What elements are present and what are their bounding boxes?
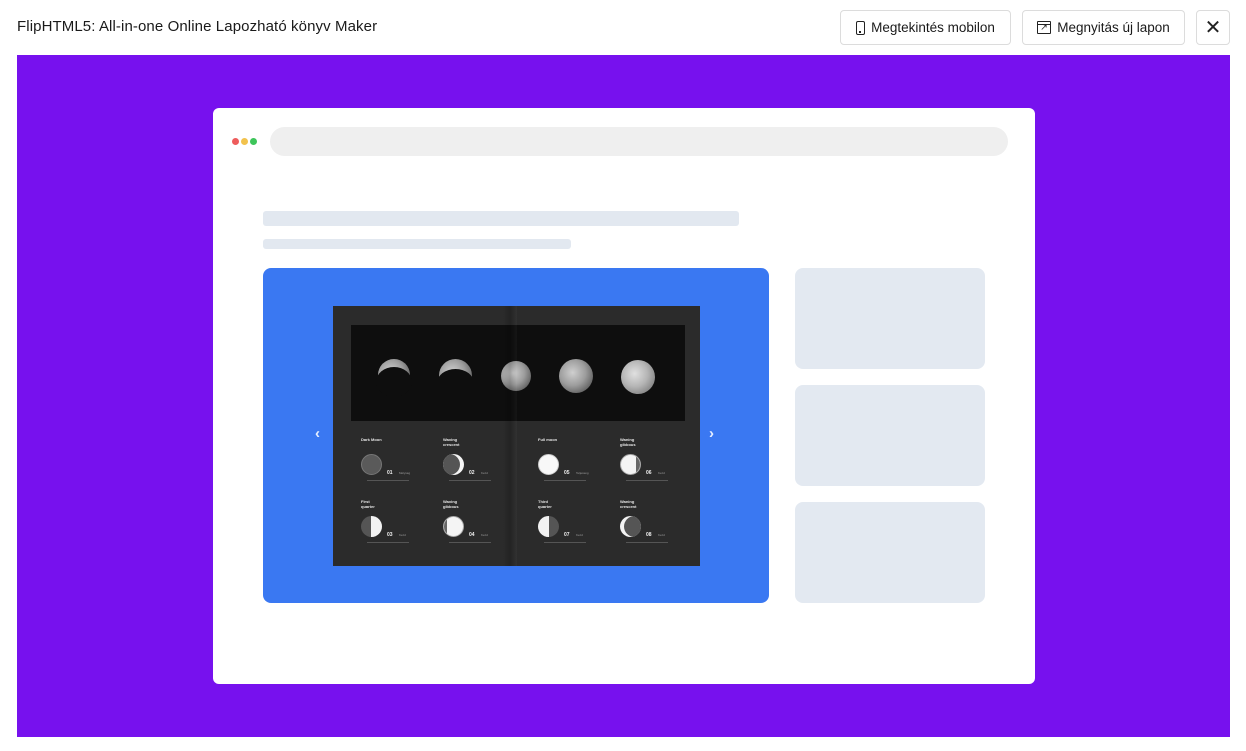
phase-dark-moon-icon <box>361 454 382 475</box>
mobile-phone-icon <box>856 20 866 35</box>
browser-mockup: ‹ › Dark Moon 01 Mélység Waxing crescent… <box>213 108 1035 684</box>
phase-caption: Kezd <box>399 533 406 537</box>
moon-phase-card: Waxing gibbous 04 Kezd <box>443 499 523 555</box>
phase-number: 02 <box>469 470 475 476</box>
window-close-dot <box>232 138 239 145</box>
moon-photo-panel <box>351 325 685 421</box>
moon-phase-card: Full moon 05 Teljesség <box>538 437 618 493</box>
window-minimize-dot <box>241 138 248 145</box>
phase-caption: Kezd <box>576 533 583 537</box>
next-page-arrow-icon[interactable]: › <box>709 426 714 441</box>
divider <box>626 542 668 543</box>
close-icon: ✕ <box>1204 16 1222 39</box>
moon-image <box>621 360 655 394</box>
divider <box>449 542 491 543</box>
moon-shadow <box>437 369 474 397</box>
flipbook-viewer: ‹ › Dark Moon 01 Mélység Waxing crescent… <box>263 268 769 603</box>
moon-image <box>501 361 531 391</box>
phase-number: 06 <box>646 470 652 476</box>
previous-page-arrow-icon[interactable]: ‹ <box>315 426 320 441</box>
modal-title: FlipHTML5: All-in-one Online Lapozható k… <box>17 18 378 35</box>
phase-number: 03 <box>387 532 393 538</box>
view-on-mobile-button[interactable]: Megtekintés mobilon <box>840 10 1011 45</box>
phase-caption: Kezd <box>481 471 488 475</box>
preview-stage: ‹ › Dark Moon 01 Mélység Waxing crescent… <box>17 55 1230 737</box>
skeleton-side-card <box>795 385 985 486</box>
divider <box>367 542 409 543</box>
moon-phase-card: Dark Moon 01 Mélység <box>361 437 441 493</box>
moon-phase-card: Waning crescent 08 Kezd <box>620 499 700 555</box>
phase-number: 08 <box>646 532 652 538</box>
external-window-icon <box>1037 21 1052 34</box>
phase-caption: Teljesség <box>576 471 589 475</box>
phase-name: Waxing gibbous <box>443 499 459 509</box>
phase-number: 01 <box>387 470 393 476</box>
skeleton-side-card <box>795 502 985 603</box>
phase-name: Third quarter <box>538 499 552 509</box>
skeleton-heading <box>263 211 739 226</box>
moon-image <box>559 359 593 393</box>
phase-first-quarter-icon <box>361 516 382 537</box>
moon-phase-card: First quarter 03 Kezd <box>361 499 441 555</box>
divider <box>544 480 586 481</box>
phase-caption: Kezd <box>481 533 488 537</box>
moon-phase-card: Waxing crescent 02 Kezd <box>443 437 523 493</box>
phase-caption: Kezd <box>658 533 665 537</box>
skeleton-side-card <box>795 268 985 369</box>
close-button[interactable]: ✕ <box>1196 10 1230 45</box>
url-bar-placeholder <box>270 127 1008 156</box>
phase-number: 05 <box>564 470 570 476</box>
phase-name: Dark Moon <box>361 437 382 442</box>
view-on-mobile-label: Megtekintés mobilon <box>871 20 995 35</box>
phase-number: 07 <box>564 532 570 538</box>
flipbook-spread[interactable]: Dark Moon 01 Mélység Waxing crescent 02 … <box>333 306 700 566</box>
skeleton-subheading <box>263 239 571 249</box>
phase-name: First quarter <box>361 499 375 509</box>
phase-waning-gibbous-icon <box>620 454 641 475</box>
modal-header: FlipHTML5: All-in-one Online Lapozható k… <box>0 0 1246 55</box>
phase-waning-crescent-icon <box>620 516 641 537</box>
phase-waxing-crescent-icon <box>443 454 464 475</box>
window-maximize-dot <box>250 138 257 145</box>
divider <box>367 480 409 481</box>
moon-phase-card: Waning gibbous 06 Kezd <box>620 437 700 493</box>
divider <box>544 542 586 543</box>
phase-name: Full moon <box>538 437 558 442</box>
phase-number: 04 <box>469 532 475 538</box>
moon-shadow <box>376 367 412 397</box>
phase-name: Waning crescent <box>620 499 637 509</box>
divider <box>626 480 668 481</box>
phase-waxing-gibbous-icon <box>443 516 464 537</box>
divider <box>449 480 491 481</box>
phase-caption: Kezd <box>658 471 665 475</box>
phase-full-moon-icon <box>538 454 559 475</box>
phase-name: Waxing crescent <box>443 437 460 447</box>
phase-caption: Mélység <box>399 471 411 475</box>
moon-phase-card: Third quarter 07 Kezd <box>538 499 618 555</box>
open-new-tab-button[interactable]: Megnyitás új lapon <box>1022 10 1185 45</box>
phase-name: Waning gibbous <box>620 437 636 447</box>
phase-third-quarter-icon <box>538 516 559 537</box>
open-new-tab-label: Megnyitás új lapon <box>1057 20 1170 35</box>
